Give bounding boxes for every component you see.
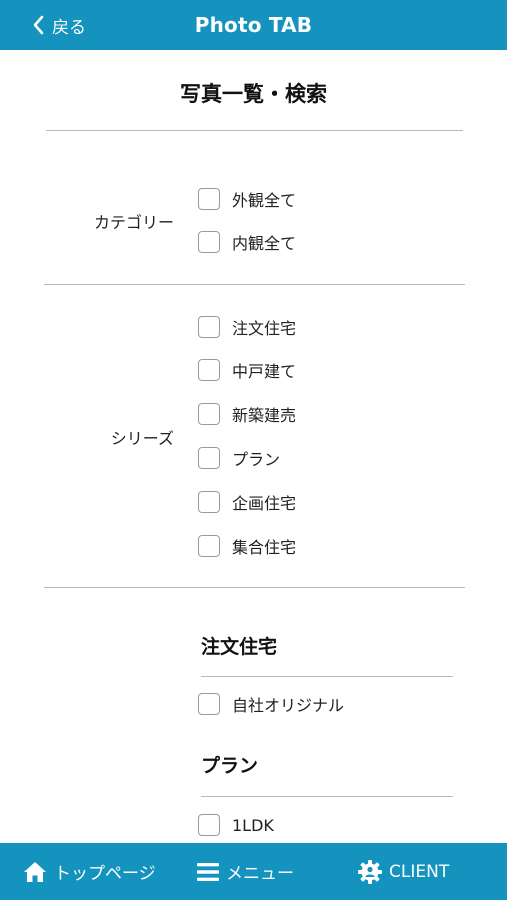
gear-user-icon (358, 859, 382, 884)
series-label: シリーズ (110, 429, 174, 448)
option-label: 集合住宅 (232, 538, 297, 557)
checkbox[interactable] (198, 316, 220, 338)
series-option-planned-home[interactable]: 企画住宅 (198, 489, 296, 515)
option-label: 1LDK (232, 815, 274, 835)
checkbox[interactable] (198, 491, 220, 513)
divider (44, 284, 465, 285)
checkbox[interactable] (198, 535, 220, 557)
nav-client-label: CLIENT (389, 861, 450, 882)
bottom-nav: トップページ メニュー CLIENT (0, 843, 507, 900)
subsection-option-1ldk[interactable]: 1LDK (198, 812, 274, 838)
checkbox[interactable] (198, 359, 220, 381)
category-label: カテゴリー (93, 213, 174, 232)
nav-menu[interactable]: メニュー (196, 843, 294, 900)
nav-home[interactable]: トップページ (22, 843, 156, 900)
back-label: 戻る (52, 17, 86, 38)
series-option-apartment[interactable]: 集合住宅 (198, 533, 296, 559)
option-label: 中戸建て (232, 362, 297, 381)
divider (201, 796, 453, 797)
option-label: 内観全て (232, 234, 297, 253)
checkbox[interactable] (198, 814, 220, 836)
option-label: 外観全て (232, 191, 297, 210)
option-label: 企画住宅 (232, 494, 297, 513)
checkbox[interactable] (198, 231, 220, 253)
nav-menu-label: メニュー (226, 864, 294, 884)
app-header: 戻る Photo TAB (0, 0, 507, 50)
option-label: 新築建売 (232, 406, 297, 425)
divider (46, 130, 463, 131)
category-option-interior[interactable]: 内観全て (198, 229, 296, 255)
home-icon (24, 861, 46, 882)
divider (201, 676, 453, 677)
divider (44, 587, 465, 588)
subsection-title: 注文住宅 (201, 636, 278, 658)
checkbox[interactable] (198, 188, 220, 210)
subsection-option-original[interactable]: 自社オリジナル (198, 691, 344, 717)
category-option-exterior[interactable]: 外観全て (198, 186, 296, 212)
series-option-new-built[interactable]: 新築建売 (198, 401, 296, 427)
series-option-used-house[interactable]: 中戸建て (198, 357, 296, 383)
option-label: 注文住宅 (232, 319, 297, 338)
nav-client[interactable]: CLIENT (357, 843, 449, 900)
chevron-left-icon (33, 15, 44, 35)
subsection-title: プラン (201, 755, 259, 777)
option-label: 自社オリジナル (232, 696, 345, 715)
back-button[interactable]: 戻る (32, 0, 86, 50)
series-option-plan[interactable]: プラン (198, 445, 280, 471)
option-label: プラン (232, 450, 281, 469)
nav-home-label: トップページ (54, 864, 156, 884)
series-option-custom-home[interactable]: 注文住宅 (198, 314, 296, 340)
checkbox[interactable] (198, 403, 220, 425)
checkbox[interactable] (198, 447, 220, 469)
checkbox[interactable] (198, 693, 220, 715)
page-title: 写真一覧・検索 (180, 82, 327, 106)
menu-icon (197, 862, 219, 881)
